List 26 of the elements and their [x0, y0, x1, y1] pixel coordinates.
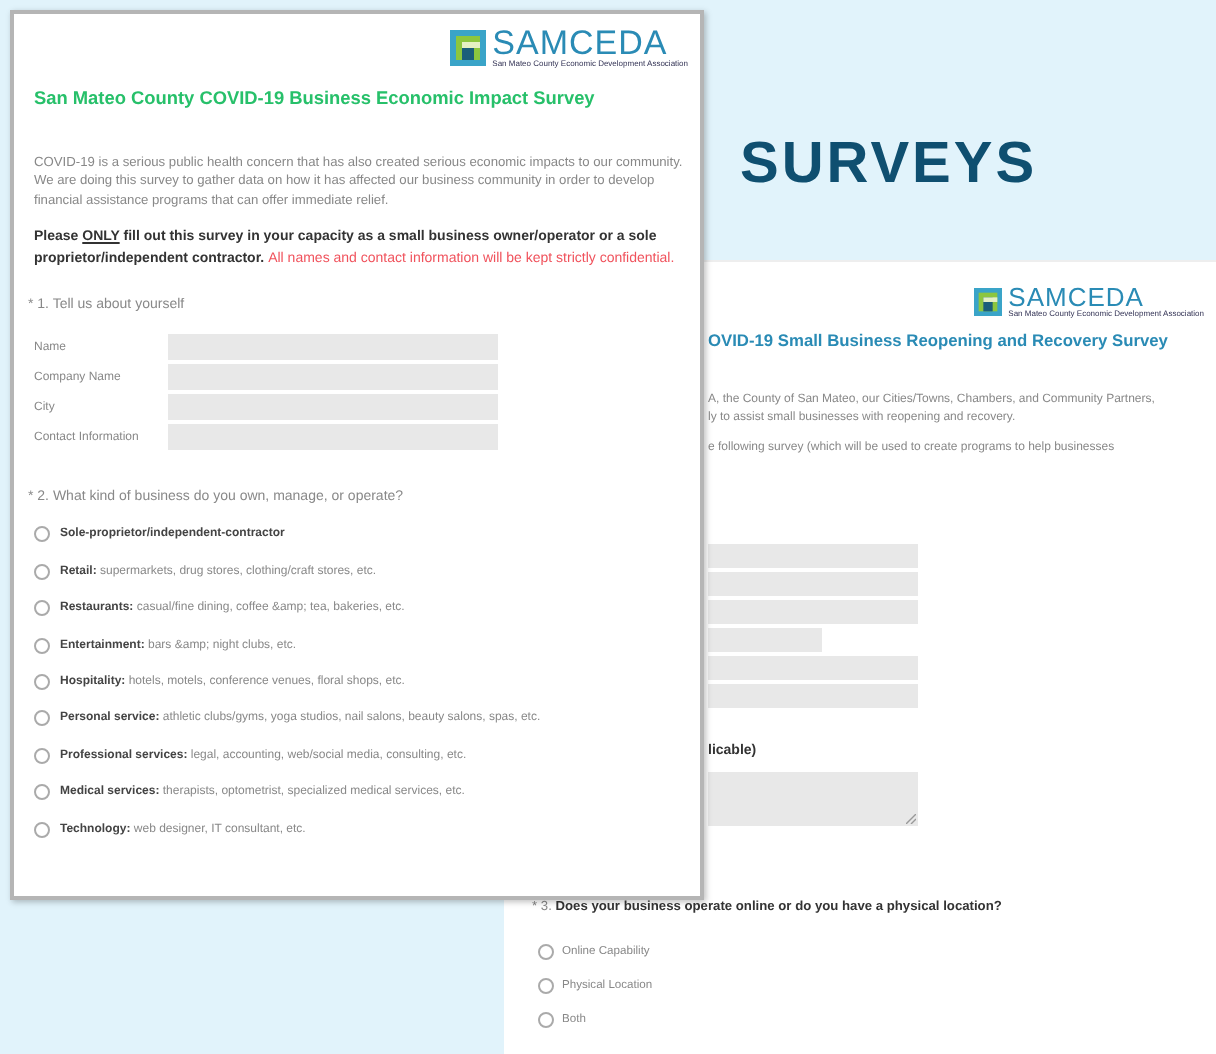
radio-button[interactable] — [34, 600, 50, 617]
radio-button[interactable] — [538, 1012, 554, 1028]
resize-grip-icon — [906, 813, 916, 824]
radio-button[interactable] — [34, 526, 50, 543]
text-field[interactable] — [708, 544, 918, 568]
survey-title: OVID-19 Small Business Reopening and Recovery Survey — [708, 330, 1170, 352]
logo-icon — [450, 29, 487, 66]
text-field[interactable] — [708, 572, 918, 596]
radio-button[interactable] — [538, 944, 554, 960]
radio-button[interactable] — [538, 978, 554, 994]
radio-button[interactable] — [34, 563, 50, 580]
radio-button[interactable] — [34, 637, 50, 654]
survey-title: San Mateo County COVID-19 Business Economic Impact Survey — [34, 85, 595, 110]
radio-button[interactable] — [34, 821, 50, 838]
radio-button[interactable] — [34, 747, 50, 764]
text-field[interactable] — [708, 684, 918, 708]
text-field[interactable] — [708, 628, 822, 652]
logo-wordmark: SAMCEDA — [492, 26, 668, 60]
radio-button[interactable] — [34, 674, 50, 690]
logo-icon — [974, 287, 1003, 316]
text-field[interactable] — [708, 656, 918, 680]
text-field[interactable] — [708, 600, 918, 624]
radio-button[interactable] — [34, 710, 50, 727]
page-heading: SURVEYS — [740, 132, 1038, 198]
radio-button[interactable] — [34, 784, 50, 801]
logo-wordmark: SAMCEDA — [1008, 284, 1144, 310]
